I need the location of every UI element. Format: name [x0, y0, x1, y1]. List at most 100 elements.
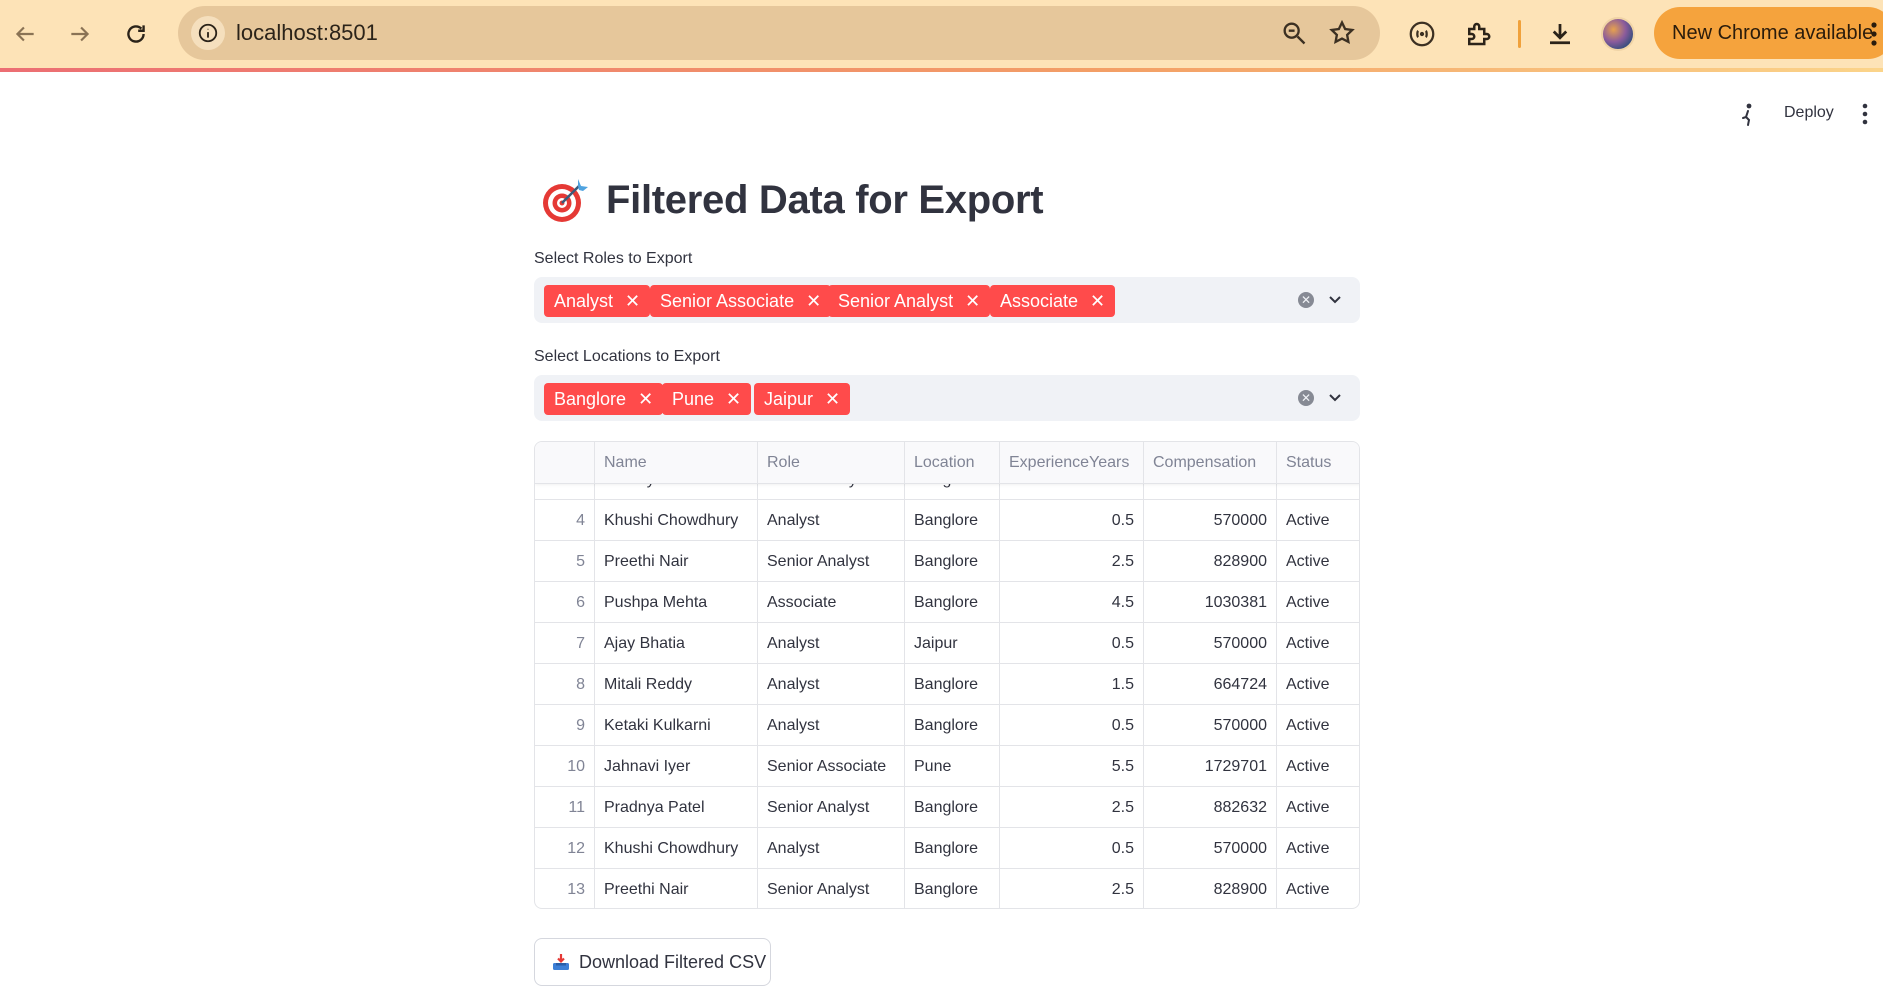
chevron-down-icon[interactable]	[1325, 290, 1345, 310]
row-index[interactable]: 12	[535, 828, 595, 869]
cell-role[interactable]: Senior Associate	[758, 746, 905, 787]
roles-multiselect[interactable]: Analyst ✕ Senior Associate ✕ Senior Anal…	[534, 277, 1360, 323]
cell-role[interactable]: Associate	[758, 582, 905, 623]
remove-chip-icon[interactable]: ✕	[726, 390, 741, 408]
cell-location[interactable]: Jaipur	[905, 623, 1000, 664]
data-table[interactable]: Name Role Location ExperienceYears Compe…	[534, 441, 1360, 909]
cell-experience[interactable]: 4.5	[1000, 582, 1144, 623]
cell-location[interactable]: Banglore	[905, 582, 1000, 623]
remove-chip-icon[interactable]: ✕	[806, 292, 821, 310]
cell-location[interactable]: Banglore	[905, 541, 1000, 582]
table-row[interactable]: 13 Preethi Nair Senior Analyst Banglore 2.5 8…	[535, 869, 1359, 908]
row-index[interactable]: 8	[535, 664, 595, 705]
cell-compensation[interactable]: 570000	[1144, 623, 1277, 664]
cell-experience[interactable]: 0.5	[1000, 500, 1144, 541]
column-header-experience[interactable]: ExperienceYears	[1000, 442, 1144, 484]
row-index[interactable]: 7	[535, 623, 595, 664]
cell-name[interactable]: Jahnavi Iyer	[595, 746, 758, 787]
cell-compensation[interactable]: 882632	[1144, 787, 1277, 828]
table-row[interactable]: 10 Jahnavi Iyer Senior Associate Pune 5.5 172…	[535, 746, 1359, 787]
column-header-location[interactable]: Location	[905, 442, 1000, 484]
profile-avatar[interactable]	[1601, 17, 1635, 51]
cell-location[interactable]: Banglore	[905, 828, 1000, 869]
cell-compensation[interactable]: 570000	[1144, 828, 1277, 869]
column-header-status[interactable]: Status	[1277, 442, 1359, 484]
cell-role[interactable]: Senior Analyst	[758, 869, 905, 908]
url-text[interactable]: localhost:8501	[236, 20, 378, 46]
cell-compensation[interactable]: 664724	[1144, 664, 1277, 705]
cell-compensation[interactable]: 1030381	[1144, 582, 1277, 623]
cell-status[interactable]: Active	[1277, 787, 1359, 828]
cell-name[interactable]: Ajay Bhatia	[595, 623, 758, 664]
cell-status[interactable]: Active	[1277, 869, 1359, 908]
cell-name[interactable]: Pushpa Mehta	[595, 582, 758, 623]
cell-status[interactable]: Active	[1277, 828, 1359, 869]
bookmark-star-icon[interactable]	[1328, 19, 1356, 47]
cell-name[interactable]: Preethi Nair	[595, 541, 758, 582]
kebab-menu-icon[interactable]	[1870, 20, 1878, 48]
row-index[interactable]: 6	[535, 582, 595, 623]
cell-experience[interactable]: 5.5	[1000, 746, 1144, 787]
column-header-name[interactable]: Name	[595, 442, 758, 484]
table-row[interactable]: 7 Ajay Bhatia Analyst Jaipur 0.5 570000 Active	[535, 623, 1359, 664]
cell-location[interactable]: Banglore	[905, 664, 1000, 705]
cell-location[interactable]: Banglore	[905, 869, 1000, 908]
download-csv-button[interactable]: Download Filtered CSV	[534, 938, 771, 986]
role-chip[interactable]: Senior Associate ✕	[650, 285, 832, 317]
cell-location[interactable]: Banglore	[905, 705, 1000, 746]
cell-name[interactable]: Pradnya Patel	[595, 787, 758, 828]
table-row[interactable]: 12 Khushi Chowdhury Analyst Banglore 0.5 5700…	[535, 828, 1359, 869]
back-button[interactable]	[5, 14, 45, 54]
table-row[interactable]: 11 Pradnya Patel Senior Analyst Banglore 2.5…	[535, 787, 1359, 828]
role-chip[interactable]: Analyst ✕	[544, 285, 651, 317]
zoom-icon[interactable]	[1280, 19, 1308, 47]
cell-role[interactable]: Analyst	[758, 664, 905, 705]
cell-role[interactable]: Analyst	[758, 500, 905, 541]
extensions-puzzle-icon[interactable]	[1461, 17, 1495, 51]
cell-experience[interactable]: 2.5	[1000, 541, 1144, 582]
column-header-compensation[interactable]: Compensation	[1144, 442, 1277, 484]
cell-location[interactable]: Banglore	[905, 787, 1000, 828]
row-index[interactable]: 10	[535, 746, 595, 787]
cell-status[interactable]: Active	[1277, 664, 1359, 705]
cell-compensation[interactable]: 828900	[1144, 869, 1277, 908]
location-chip[interactable]: Jaipur ✕	[754, 383, 851, 415]
cell-name[interactable]: Khushi Chowdhury	[595, 500, 758, 541]
downloads-icon[interactable]	[1543, 17, 1577, 51]
remove-chip-icon[interactable]: ✕	[1090, 292, 1105, 310]
row-index[interactable]: 11	[535, 787, 595, 828]
location-chip[interactable]: Pune ✕	[662, 383, 752, 415]
role-chip[interactable]: Senior Analyst ✕	[828, 285, 991, 317]
address-bar[interactable]: localhost:8501	[178, 6, 1380, 60]
cell-compensation[interactable]: 828900	[1144, 541, 1277, 582]
deploy-button[interactable]: Deploy	[1784, 104, 1834, 122]
chrome-update-button[interactable]: New Chrome available	[1654, 7, 1883, 59]
cell-experience[interactable]: 2.5	[1000, 787, 1144, 828]
row-index[interactable]: 13	[535, 869, 595, 908]
cell-experience[interactable]: 0.5	[1000, 828, 1144, 869]
cell-compensation[interactable]: 1729701	[1144, 746, 1277, 787]
cell-compensation[interactable]: 570000	[1144, 500, 1277, 541]
extension-badge-icon[interactable]	[1405, 17, 1439, 51]
cell-role[interactable]: Senior Analyst	[758, 541, 905, 582]
table-row[interactable]: 5 Preethi Nair Senior Analyst Banglore 2.5 82…	[535, 541, 1359, 582]
locations-multiselect[interactable]: Banglore ✕ Pune ✕ Jaipur ✕ ✕	[534, 375, 1360, 421]
reload-button[interactable]	[116, 14, 156, 54]
location-chip[interactable]: Banglore ✕	[544, 383, 664, 415]
cell-name[interactable]: Mitali Reddy	[595, 664, 758, 705]
cell-experience[interactable]: 0.5	[1000, 705, 1144, 746]
cell-status[interactable]: Active	[1277, 705, 1359, 746]
cell-compensation[interactable]: 570000	[1144, 705, 1277, 746]
column-header-index[interactable]	[535, 442, 595, 484]
cell-status[interactable]: Active	[1277, 541, 1359, 582]
cell-location[interactable]: Banglore	[905, 500, 1000, 541]
table-row[interactable]: 6 Pushpa Mehta Associate Banglore 4.5 1030381…	[535, 582, 1359, 623]
chevron-down-icon[interactable]	[1325, 388, 1345, 408]
cell-experience[interactable]: 2.5	[1000, 869, 1144, 908]
site-info-icon[interactable]	[191, 16, 225, 50]
cell-role[interactable]: Analyst	[758, 623, 905, 664]
cell-location[interactable]: Pune	[905, 746, 1000, 787]
table-row[interactable]: 4 Khushi Chowdhury Analyst Banglore 0.5 57000…	[535, 500, 1359, 541]
cell-status[interactable]: Active	[1277, 500, 1359, 541]
remove-chip-icon[interactable]: ✕	[638, 390, 653, 408]
